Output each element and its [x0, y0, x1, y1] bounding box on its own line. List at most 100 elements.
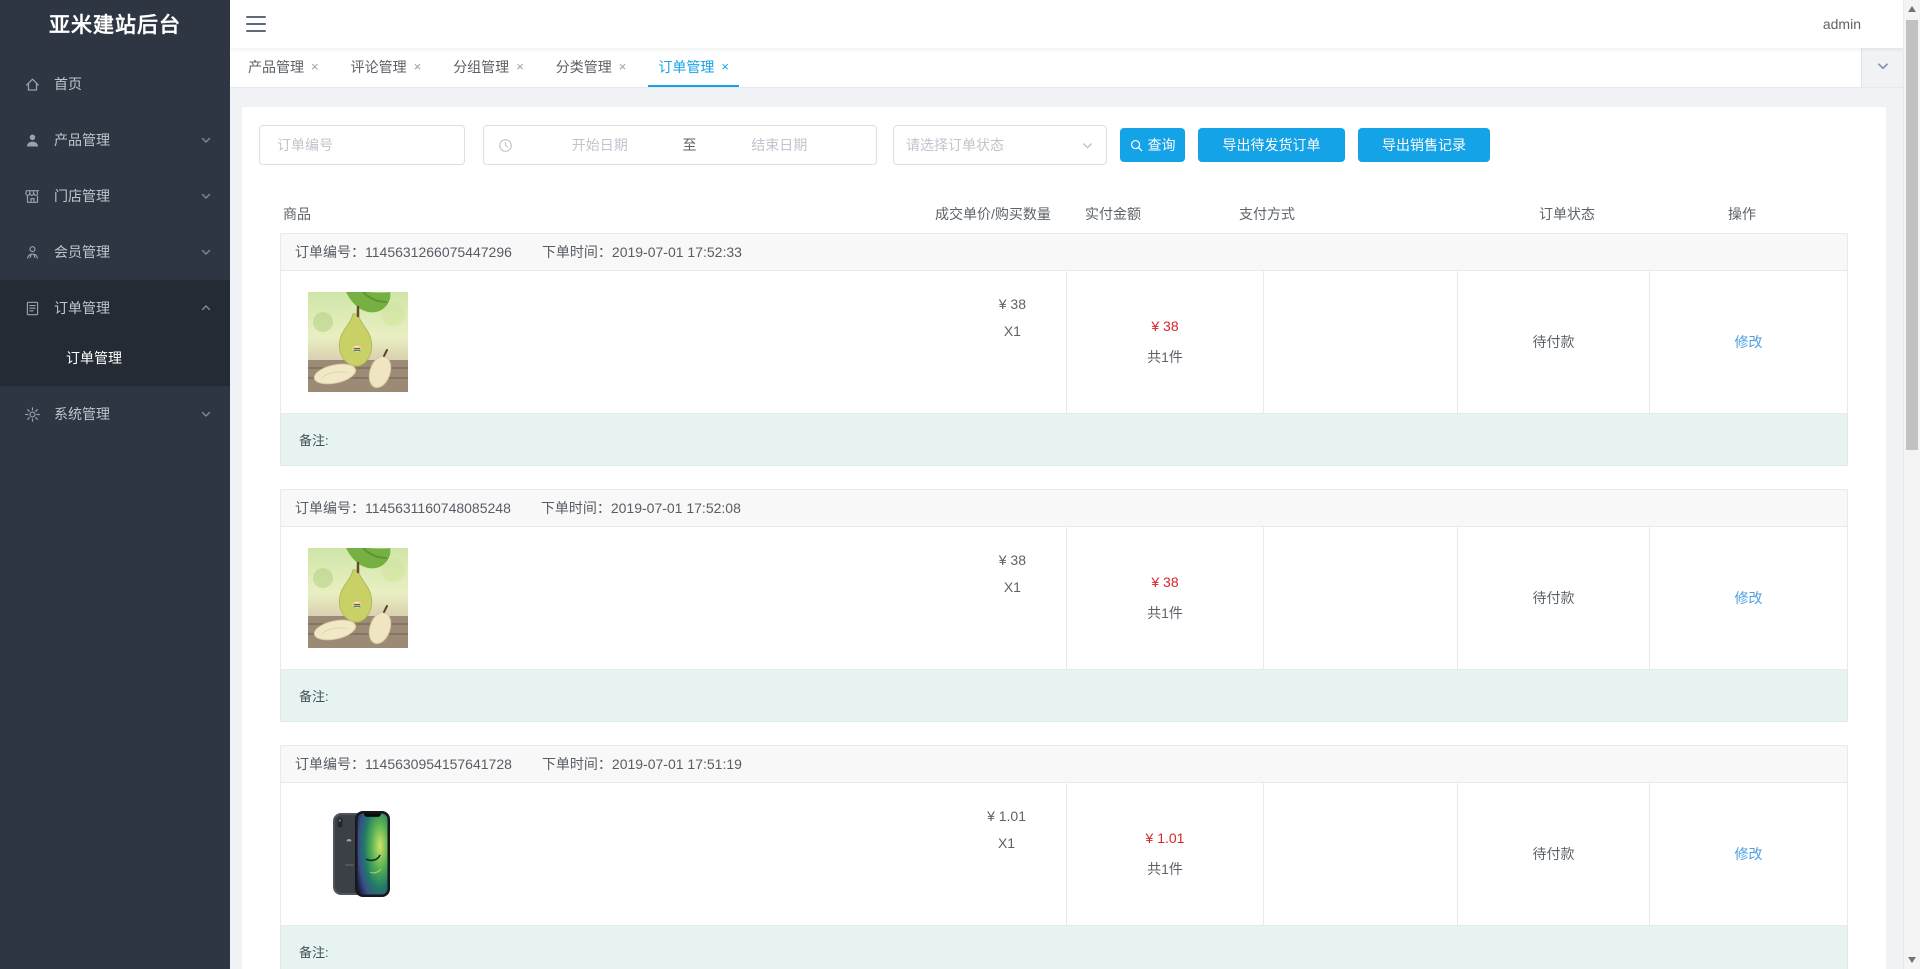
paid-amount-cell: ¥ 38 共1件 — [1066, 527, 1263, 669]
order-number-text: 订单编号：1145631266075447296 — [295, 244, 512, 260]
close-icon[interactable]: × — [414, 60, 422, 73]
remark-label: 备注: — [299, 945, 329, 960]
tab-overflow-button[interactable] — [1861, 48, 1903, 87]
table-header-row: 商品 成交单价/购买数量 实付金额 支付方式 订单状态 操作 — [280, 195, 1848, 233]
paid-amount-cell: ¥ 38 共1件 — [1066, 271, 1263, 413]
order-item-row: ¥ 1.01 X1 ¥ 1.01 共1件 待付款 修改 — [280, 783, 1848, 926]
scrollbar-thumb[interactable] — [1906, 20, 1918, 450]
tab-label: 评论管理 — [350, 58, 407, 75]
tab-label: 产品管理 — [248, 58, 304, 75]
tab-label: 分组管理 — [453, 58, 510, 75]
order-time-text: 下单时间：2019-07-01 17:51:19 — [541, 756, 742, 772]
paid-amount-cell: ¥ 1.01 共1件 — [1066, 783, 1263, 925]
chevron-down-icon — [1876, 59, 1890, 76]
product-cell: ¥ 38 X1 — [281, 271, 1066, 413]
export-sales-records-button[interactable]: 导出销售记录 — [1358, 128, 1490, 162]
unit-price: ¥ 38 — [998, 552, 1026, 568]
close-icon[interactable]: × — [721, 60, 729, 73]
order-status: 待付款 — [1532, 334, 1575, 350]
home-icon — [24, 76, 41, 93]
main-content: 开始日期 至 结束日期 请选择订单状态 查询 导出待发货订单 导出销售记录 商品… — [230, 88, 1903, 969]
sidebar-item-label: 系统管理 — [54, 406, 110, 422]
sidebar-item-system[interactable]: 系统管理 — [0, 386, 230, 442]
purchase-quantity: X1 — [997, 835, 1016, 851]
order-time-text: 下单时间：2019-07-01 17:52:33 — [541, 244, 742, 260]
purchase-quantity: X1 — [1003, 323, 1021, 339]
sidebar-item-products[interactable]: 产品管理 — [0, 112, 230, 168]
start-date-placeholder[interactable]: 开始日期 — [517, 135, 683, 155]
chevron-down-icon — [200, 190, 212, 202]
pear-photo — [308, 292, 408, 392]
order-number-input[interactable] — [275, 136, 449, 154]
end-date-placeholder[interactable]: 结束日期 — [697, 135, 863, 155]
remark-row: 备注: — [280, 414, 1848, 466]
tab-products[interactable]: 产品管理 × — [238, 48, 329, 87]
sidebar-open-submenu: 订单管理 订单管理 — [0, 280, 230, 386]
scroll-down-arrow-icon[interactable] — [1908, 957, 1916, 963]
sidebar-item-orders[interactable]: 订单管理 — [0, 280, 230, 336]
unit-price: ¥ 38 — [998, 296, 1026, 312]
sidebar-item-stores[interactable]: 门店管理 — [0, 168, 230, 224]
app-logo: 亚米建站后台 — [49, 14, 181, 37]
hamburger-menu-icon[interactable] — [246, 16, 266, 32]
modify-link[interactable]: 修改 — [1735, 588, 1763, 608]
status-select-placeholder: 请选择订单状态 — [906, 137, 1004, 153]
tab-groups[interactable]: 分组管理 × — [443, 48, 534, 87]
column-header: 操作 — [1728, 206, 1756, 222]
scroll-up-arrow-icon[interactable] — [1908, 6, 1916, 12]
sidebar-item-label: 会员管理 — [54, 244, 110, 260]
product-cell: ¥ 1.01 X1 — [281, 783, 1066, 925]
column-header: 成交单价/购买数量 — [935, 206, 1051, 222]
chevron-down-icon — [200, 134, 212, 146]
user-icon — [24, 132, 41, 149]
order-status-cell: 待付款 — [1457, 271, 1649, 413]
gear-icon — [24, 406, 41, 423]
pear-photo — [308, 548, 408, 648]
close-icon[interactable]: × — [516, 60, 524, 73]
close-icon[interactable]: × — [619, 60, 627, 73]
user-menu[interactable]: admin — [1823, 16, 1861, 32]
modify-link[interactable]: 修改 — [1735, 332, 1763, 352]
chevron-down-icon — [200, 408, 212, 420]
order-status-select[interactable]: 请选择订单状态 — [893, 125, 1107, 165]
piece-count: 共1件 — [1147, 860, 1183, 877]
order-list: 订单编号：1145631266075447296 下单时间：2019-07-01… — [280, 233, 1848, 969]
chevron-down-icon — [1081, 139, 1094, 152]
filter-bar: 开始日期 至 结束日期 请选择订单状态 查询 导出待发货订单 导出销售记录 — [242, 125, 1886, 165]
tab-bar: 产品管理 × 评论管理 × 分组管理 × 分类管理 × 订单管理 × — [230, 48, 1903, 88]
tab-orders[interactable]: 订单管理 × — [648, 48, 739, 87]
search-button[interactable]: 查询 — [1120, 128, 1185, 162]
price-quantity-stack: ¥ 1.01 X1 — [987, 808, 1026, 851]
sidebar-item-label: 产品管理 — [54, 132, 110, 148]
remark-label: 备注: — [299, 433, 329, 448]
column-header: 商品 — [283, 206, 311, 222]
export-pending-orders-button[interactable]: 导出待发货订单 — [1198, 128, 1345, 162]
order-block: 订单编号：1145630954157641728 下单时间：2019-07-01… — [280, 745, 1848, 969]
clock-icon — [498, 138, 513, 153]
date-range-picker[interactable]: 开始日期 至 结束日期 — [483, 125, 877, 165]
sidebar-item-label: 订单管理 — [54, 300, 110, 316]
modify-link[interactable]: 修改 — [1735, 844, 1763, 864]
store-icon — [24, 188, 41, 205]
sidebar-subitem-orders[interactable]: 订单管理 — [0, 336, 230, 380]
sidebar-item-members[interactable]: 会员管理 — [0, 224, 230, 280]
iphone-photo — [308, 804, 408, 904]
order-header-row: 订单编号：1145630954157641728 下单时间：2019-07-01… — [280, 745, 1848, 783]
order-item-row: ¥ 38 X1 ¥ 38 共1件 待付款 修改 — [280, 271, 1848, 414]
remark-row: 备注: — [280, 926, 1848, 969]
paid-amount: ¥ 38 — [1151, 317, 1179, 334]
orders-table: 商品 成交单价/购买数量 实付金额 支付方式 订单状态 操作 订单编号：114563126… — [280, 195, 1848, 969]
tab-categories[interactable]: 分类管理 × — [546, 48, 637, 87]
order-status: 待付款 — [1532, 590, 1575, 606]
sidebar-item-home[interactable]: 首页 — [0, 56, 230, 112]
tab-list: 产品管理 × 评论管理 × 分组管理 × 分类管理 × 订单管理 × — [238, 48, 751, 87]
unit-price: ¥ 1.01 — [987, 808, 1026, 824]
payment-method-cell — [1263, 783, 1457, 925]
piece-count: 共1件 — [1147, 604, 1183, 621]
tab-label: 分类管理 — [555, 58, 612, 75]
close-icon[interactable]: × — [311, 60, 319, 73]
tab-comments[interactable]: 评论管理 × — [341, 48, 432, 87]
column-header: 实付金额 — [1085, 206, 1141, 222]
search-icon — [1130, 139, 1142, 151]
vertical-scrollbar[interactable] — [1903, 0, 1920, 969]
